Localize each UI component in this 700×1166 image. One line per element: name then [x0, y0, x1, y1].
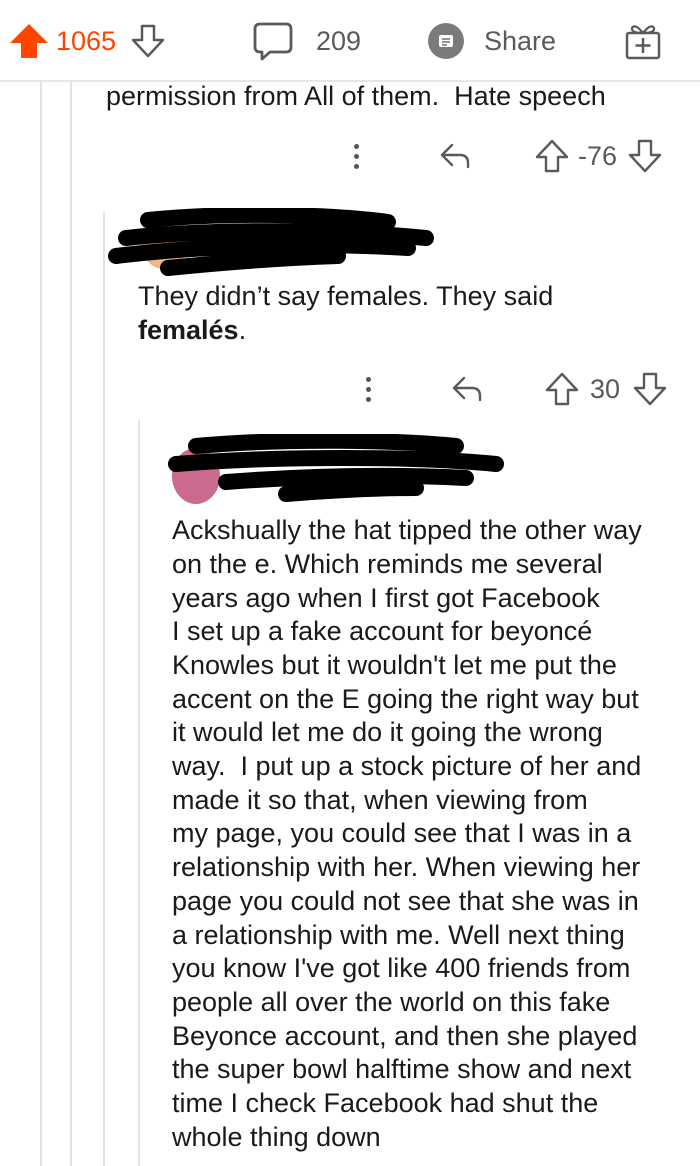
comment-3-line: Knowles but it wouldn't let me put the [172, 649, 617, 680]
comments-button[interactable]: 209 [252, 0, 361, 82]
downvote-icon[interactable] [632, 371, 668, 407]
comment-3-line: my page, you could see that I was in a [172, 818, 632, 849]
reply-icon[interactable] [438, 141, 472, 171]
more-options-icon[interactable] [346, 143, 366, 169]
redacted-username [108, 208, 434, 276]
thread-line-level-2[interactable] [70, 82, 72, 1166]
reply-icon[interactable] [450, 374, 484, 404]
thread-line-level-4[interactable] [138, 420, 140, 1166]
comment-3-line: Ackshually the hat tipped the other way [172, 515, 642, 546]
comment-2-body-line-1: They didn’t say females. They said [138, 281, 554, 311]
comment-2-score: 30 [590, 373, 621, 404]
comment-3-line: way. I put up a stock picture of her and [172, 751, 642, 781]
comment-3-line: accent on the E going the right way but [172, 683, 639, 714]
comment-bubble-icon [253, 22, 293, 61]
comment-3-line: a relationship with me. Well next thing [172, 919, 625, 950]
share-icon [428, 23, 464, 59]
upvote-count: 1065 [56, 25, 117, 56]
comment-2-actions: 30 [358, 369, 668, 409]
comment-2-trailing: . [238, 315, 247, 345]
thread-line-level-1[interactable] [40, 82, 42, 1166]
upvote-filled-icon[interactable] [8, 22, 50, 60]
comment-3-line: I set up a fake account for beyoncé [172, 616, 593, 647]
comment-1-score: -76 [578, 140, 618, 171]
comment-3-line: whole thing down [172, 1121, 381, 1152]
comment-3-line: page you could not see that she was in [172, 885, 639, 916]
share-label: Share [484, 25, 557, 56]
thread-line-level-3[interactable] [103, 212, 105, 1166]
share-button[interactable]: Share [428, 0, 556, 82]
post-action-bar: 1065 209 Share [0, 0, 700, 82]
gift-award-icon [625, 25, 661, 60]
comment-3-line: relationship with her. When viewing her [172, 852, 641, 883]
upvote-icon[interactable] [534, 138, 570, 174]
more-options-icon[interactable] [358, 376, 378, 402]
comment-3-line: time I check Facebook had shut the [172, 1088, 599, 1118]
upvote-group: 1065 [8, 0, 166, 82]
upvote-icon[interactable] [544, 371, 580, 407]
comment-2-body-line-2: femalés. [138, 314, 246, 348]
comment-3-line: on the e. Which reminds me several [172, 548, 603, 579]
comment-2-emphasis: femalés [138, 315, 239, 345]
comment-count: 209 [316, 25, 362, 56]
comment-3-line: you know I've got like 400 friends from [172, 953, 631, 984]
comment-3-line: years ago when I first got Facebook [172, 582, 600, 613]
comment-3-line: Beyonce account, and then she played [172, 1020, 638, 1051]
comment-1-body: permission from All of them. Hate speech [106, 81, 606, 111]
downvote-icon[interactable] [627, 138, 663, 174]
downvote-icon[interactable] [130, 23, 166, 59]
award-button[interactable] [624, 0, 662, 82]
comment-3-line: the super bowl halftime show and next [172, 1054, 632, 1085]
redacted-username [168, 434, 504, 502]
comment-3-line: it would let me do it going the wrong [172, 717, 603, 748]
comment-1-actions: -76 [346, 136, 663, 176]
comment-3-line: made it so that, when viewing from [172, 784, 588, 815]
comment-3-line: people all over the world on this fake [172, 986, 611, 1017]
